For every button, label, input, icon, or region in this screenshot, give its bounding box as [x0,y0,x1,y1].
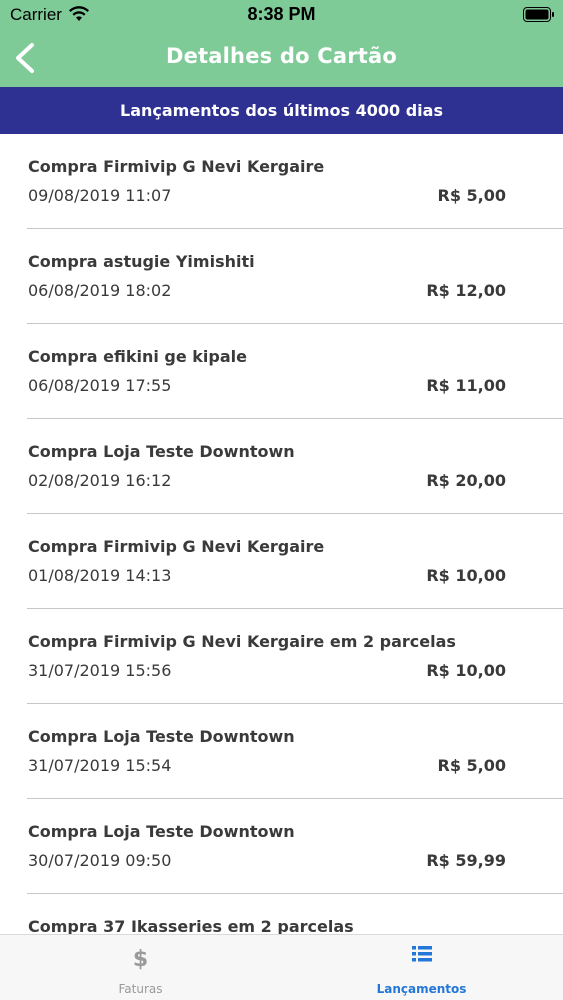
transaction-amount: R$ 12,00 [426,281,506,300]
transaction-row[interactable]: Compra efikini ge kipale 06/08/2019 17:5… [27,324,563,419]
transaction-row[interactable]: Compra astugie Yimishiti 06/08/2019 18:0… [27,229,563,324]
list-icon [411,946,432,962]
transaction-row[interactable]: Compra Firmivip G Nevi Kergaire em 2 par… [27,609,563,704]
transaction-date: 02/08/2019 16:12 [28,471,172,490]
tab-label: Lançamentos [376,982,467,996]
transaction-row[interactable]: Compra Loja Teste Downtown 02/08/2019 16… [27,419,563,514]
transaction-date: 31/07/2019 15:54 [28,756,172,775]
battery-icon [523,7,554,22]
transaction-amount: R$ 10,00 [426,566,506,585]
transaction-description: Compra astugie Yimishiti [28,252,255,271]
transaction-row[interactable]: Compra Loja Teste Downtown 31/07/2019 15… [27,704,563,799]
period-banner: Lançamentos dos últimos 4000 dias [0,87,563,134]
transaction-description: Compra Loja Teste Downtown [28,822,295,841]
transaction-date: 09/08/2019 11:07 [28,186,172,205]
transaction-description: Compra Firmivip G Nevi Kergaire em 2 par… [28,632,456,651]
transaction-amount: R$ 20,00 [426,471,506,490]
transaction-date: 06/08/2019 18:02 [28,281,172,300]
clock: 8:38 PM [247,4,316,24]
transaction-amount: R$ 5,00 [437,186,507,205]
transaction-row[interactable]: Compra 37 Ikasseries em 2 parcelas [27,894,563,934]
transaction-description: Compra efikini ge kipale [28,347,247,366]
nav-bar: Detalhes do Cartão [0,30,563,87]
transaction-row[interactable]: Compra Firmivip G Nevi Kergaire 09/08/20… [27,134,563,229]
transaction-description: Compra Firmivip G Nevi Kergaire [28,537,325,556]
transaction-description: Compra 37 Ikasseries em 2 parcelas [28,917,354,934]
transaction-date: 01/08/2019 14:13 [28,566,172,585]
transaction-description: Compra Firmivip G Nevi Kergaire [28,157,325,176]
transaction-date: 30/07/2019 09:50 [28,851,172,870]
page-title: Detalhes do Cartão [165,44,398,68]
transaction-amount: R$ 10,00 [426,661,506,680]
transaction-date: 31/07/2019 15:56 [28,661,172,680]
transaction-date: 06/08/2019 17:55 [28,376,172,395]
transaction-list[interactable]: Compra Firmivip G Nevi Kergaire 09/08/20… [0,134,563,934]
transaction-row[interactable]: Compra Firmivip G Nevi Kergaire 01/08/20… [27,514,563,609]
transaction-amount: R$ 11,00 [426,376,506,395]
transaction-amount: R$ 5,00 [437,756,507,775]
tab-lancamentos[interactable]: Lançamentos [281,935,562,1000]
dollar-icon: $ [132,947,149,972]
transaction-row[interactable]: Compra Loja Teste Downtown 30/07/2019 09… [27,799,563,894]
tab-faturas[interactable]: $ Faturas [0,935,281,1000]
tab-bar: $ Faturas Lançamentos [0,934,563,1000]
transaction-description: Compra Loja Teste Downtown [28,727,295,746]
transaction-amount: R$ 59,99 [426,851,506,870]
status-bar: Carrier 8:38 PM [0,0,563,30]
transaction-description: Compra Loja Teste Downtown [28,442,295,461]
tab-label: Faturas [118,982,163,996]
